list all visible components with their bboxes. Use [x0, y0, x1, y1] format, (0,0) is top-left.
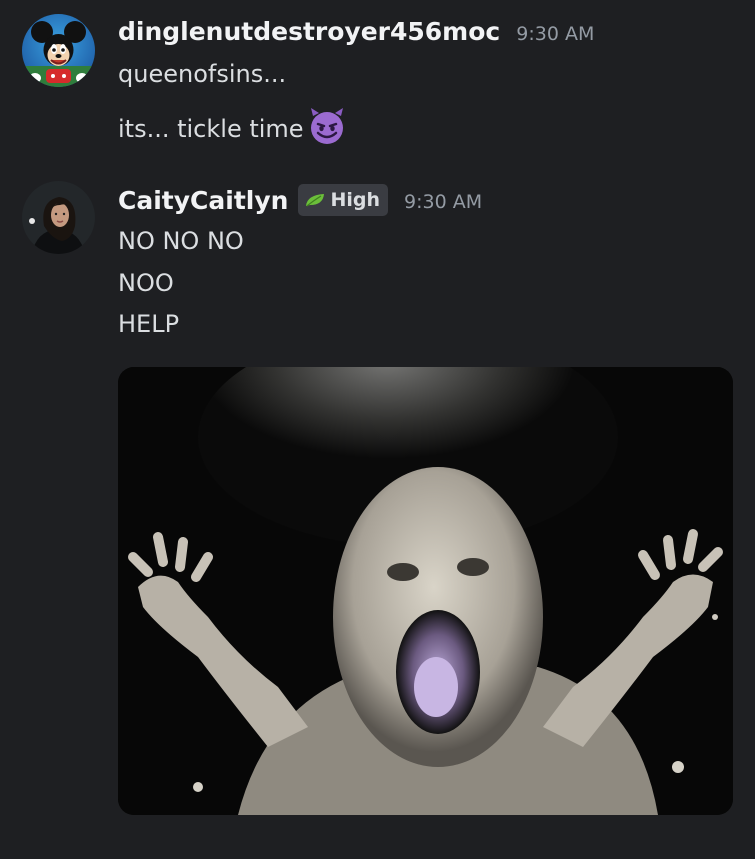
timestamp: 9:30 AM [403, 191, 483, 213]
message-text: queenofsins... [118, 60, 287, 88]
message-text: NO NO NO [118, 227, 244, 255]
message-text: HELP [118, 310, 180, 338]
screaming-baby-image[interactable] [118, 367, 733, 815]
timestamp: 9:30 AM [516, 22, 595, 45]
role-tag-label: High [330, 189, 380, 211]
username[interactable]: CaityCaitlyn [118, 186, 288, 215]
message-text: its... tickle time [118, 115, 304, 143]
leaf-icon [304, 192, 326, 208]
username[interactable]: dinglenutdestroyer456moc [118, 17, 500, 46]
chat-messages: dinglenutdestroyer456moc 9:30 AM queenof… [0, 0, 755, 859]
mickey-mouse-avatar-icon[interactable] [22, 14, 95, 87]
message-text-with-emoji: its... tickle time [118, 106, 347, 152]
role-tag[interactable]: High [298, 184, 388, 216]
message-header: dinglenutdestroyer456moc 9:30 AM [118, 17, 594, 46]
message-header: CaityCaitlyn High 9:30 AM [118, 184, 482, 216]
message-text: NOO [118, 269, 174, 297]
user-photo-avatar-icon[interactable] [22, 181, 95, 254]
smiling-imp-emoji[interactable] [307, 106, 347, 152]
